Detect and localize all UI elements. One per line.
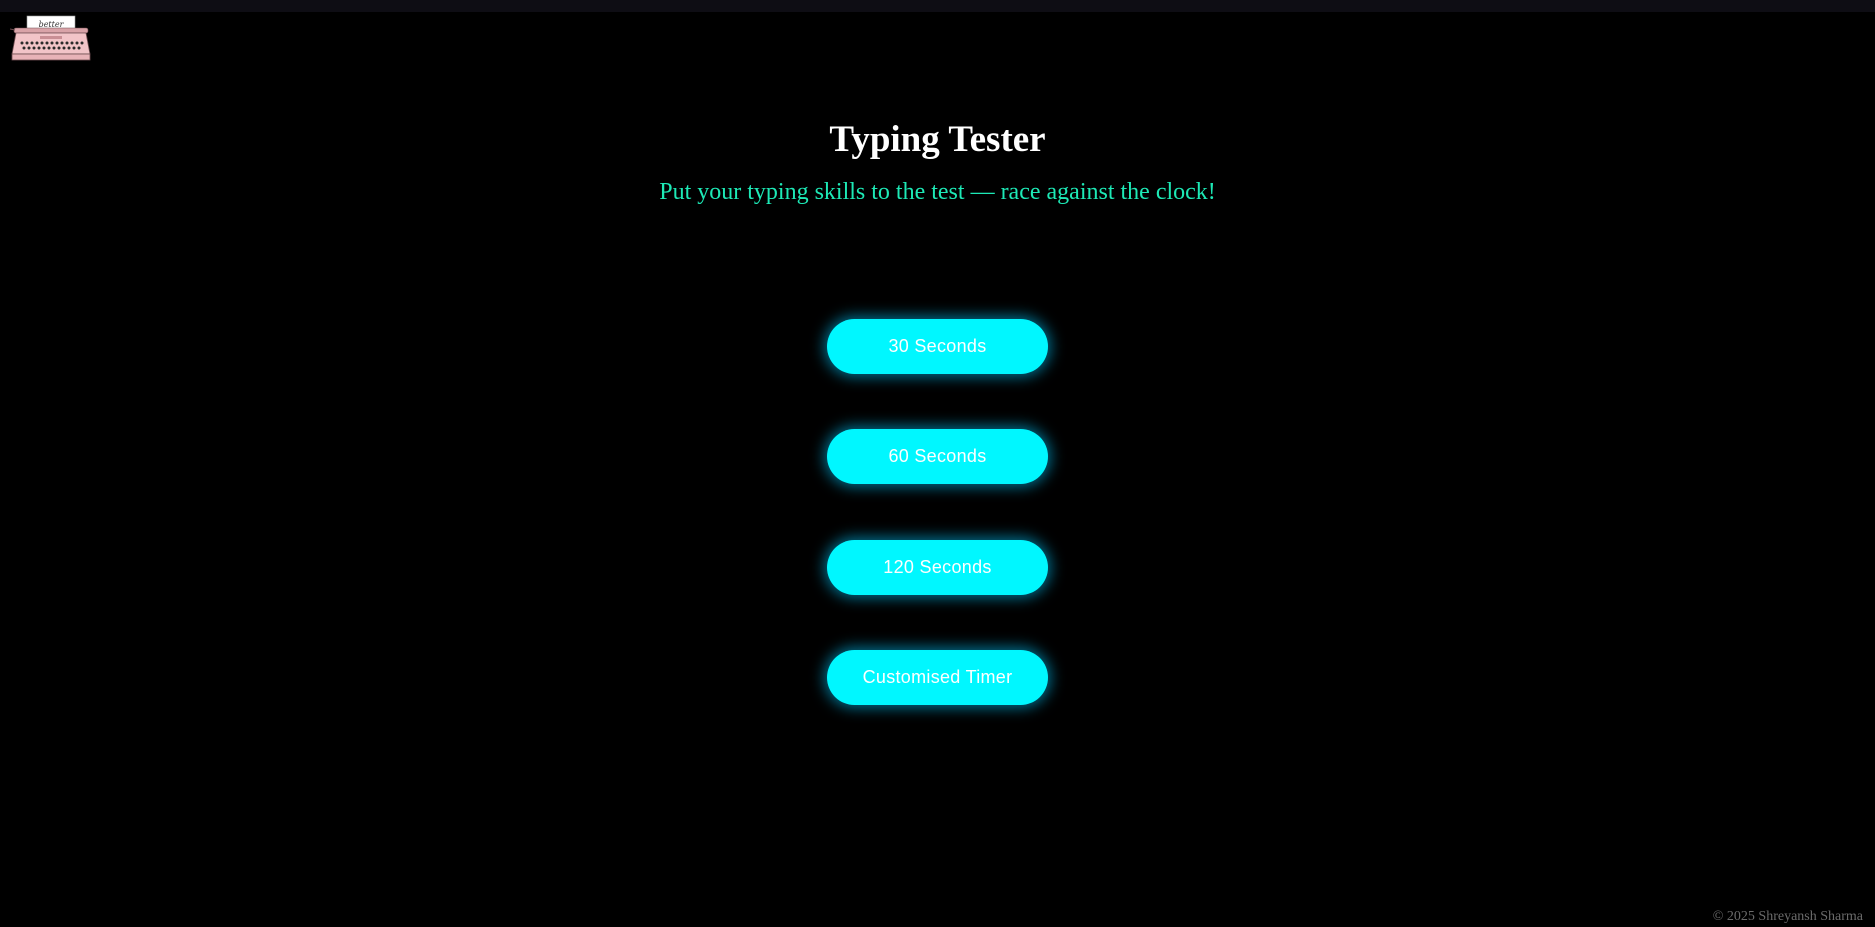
customised-timer-button[interactable]: Customised Timer xyxy=(827,650,1048,705)
timer-60-seconds-button[interactable]: 60 Seconds xyxy=(827,429,1048,484)
typewriter-logo-icon[interactable]: better xyxy=(9,14,92,62)
page-title: Typing Tester xyxy=(829,119,1046,160)
page-subtitle: Put your typing skills to the test — rac… xyxy=(659,179,1216,205)
top-bar xyxy=(0,0,1875,12)
timer-30-seconds-button[interactable]: 30 Seconds xyxy=(827,319,1048,374)
timer-120-seconds-button[interactable]: 120 Seconds xyxy=(827,540,1048,595)
footer-copyright: © 2025 Shreyansh Sharma xyxy=(1712,909,1863,924)
logo-paper-text: better xyxy=(39,20,65,29)
